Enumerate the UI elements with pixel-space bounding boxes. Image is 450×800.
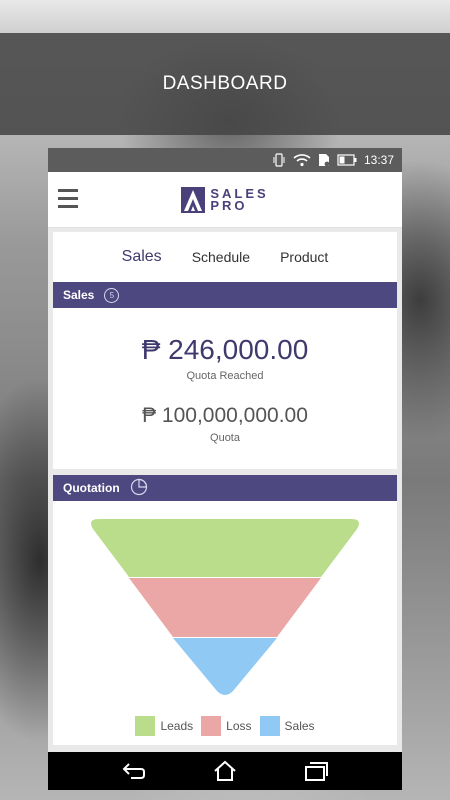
menu-icon[interactable] xyxy=(58,189,78,209)
home-icon[interactable] xyxy=(210,759,240,783)
logo-mark-icon xyxy=(181,186,206,213)
app-logo: SALES PRO xyxy=(181,186,268,213)
battery-icon xyxy=(337,154,357,166)
quota-label: Quota xyxy=(210,432,240,444)
legend-item-loss: Loss xyxy=(201,716,252,736)
main-content: Sales Schedule Product Sales 5 ₱ 246,000… xyxy=(53,232,397,745)
dashboard-title: DASHBOARD xyxy=(162,73,288,94)
status-bar: 13:37 xyxy=(48,148,402,172)
quota-reached-amount: ₱ 246,000.00 xyxy=(141,334,309,365)
funnel-segment-leads xyxy=(91,519,359,577)
sales-section-title: Sales xyxy=(63,288,95,302)
sales-section-header: Sales 5 xyxy=(53,282,397,308)
pie-chart-icon xyxy=(130,478,148,499)
legend-swatch-leads xyxy=(135,716,156,736)
legend-item-sales: Sales xyxy=(259,716,315,736)
chart-legend: Leads Loss Sales xyxy=(53,716,397,736)
back-icon[interactable] xyxy=(119,759,149,783)
quotation-section-header: Quotation xyxy=(53,475,397,501)
tab-sales[interactable]: Sales xyxy=(107,248,177,266)
sales-summary-card: ₱ 246,000.00 Quota Reached ₱ 100,000,000… xyxy=(53,308,397,469)
wifi-icon xyxy=(293,153,311,167)
sales-count-badge: 5 xyxy=(104,287,120,303)
quotation-section-title: Quotation xyxy=(63,481,120,495)
logo-text-pro: PRO xyxy=(210,197,248,213)
dashboard-header: DASHBOARD xyxy=(0,33,450,135)
quotation-chart-card: Leads Loss Sales xyxy=(53,501,397,745)
funnel-segment-loss xyxy=(129,578,321,637)
tab-bar: Sales Schedule Product xyxy=(53,232,397,282)
legend-label-loss: Loss xyxy=(226,719,252,733)
app-bar: SALES PRO xyxy=(48,172,402,228)
legend-item-leads: Leads xyxy=(135,716,193,736)
sim-card-icon xyxy=(318,153,330,167)
tab-product[interactable]: Product xyxy=(265,249,343,265)
legend-swatch-sales xyxy=(259,716,280,736)
funnel-segment-sales xyxy=(173,638,277,695)
legend-label-sales: Sales xyxy=(284,719,315,733)
legend-label-leads: Leads xyxy=(160,719,194,733)
quota-amount: ₱ 100,000,000.00 xyxy=(142,404,308,427)
tab-schedule[interactable]: Schedule xyxy=(177,249,265,265)
system-nav-bar xyxy=(48,752,402,790)
top-strip xyxy=(0,0,450,33)
funnel-chart xyxy=(91,519,359,695)
legend-swatch-loss xyxy=(201,716,222,736)
recent-apps-icon[interactable] xyxy=(301,759,331,783)
status-time: 13:37 xyxy=(363,153,394,167)
quota-reached-label: Quota Reached xyxy=(186,370,264,382)
phone-screen: 13:37 SALES PRO Sales Schedule Product S… xyxy=(48,148,402,790)
vibrate-icon xyxy=(272,153,286,167)
